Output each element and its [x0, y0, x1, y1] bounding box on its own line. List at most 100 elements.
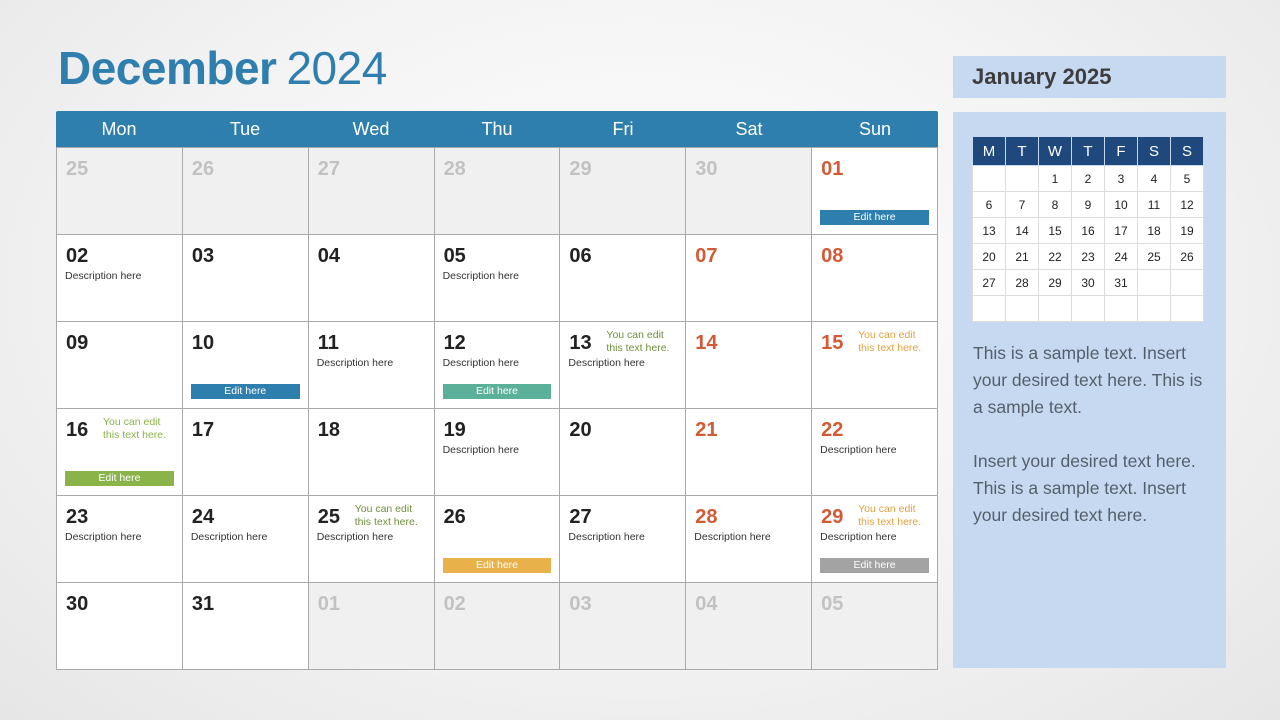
day-cell[interactable]: 17 — [182, 409, 309, 496]
day-number: 26 — [191, 158, 215, 180]
day-note: You can edit this text here. — [355, 503, 418, 529]
event-tag[interactable]: Edit here — [820, 210, 929, 225]
mini-calendar-header: MTWTFSS — [972, 136, 1204, 166]
mini-day[interactable]: 22 — [1038, 243, 1072, 270]
mini-day[interactable]: 31 — [1104, 269, 1138, 296]
mini-day[interactable]: 26 — [1170, 243, 1204, 270]
mini-day[interactable]: 6 — [972, 191, 1006, 218]
mini-day[interactable]: 28 — [1005, 269, 1039, 296]
mini-day[interactable]: 27 — [972, 269, 1006, 296]
day-note-line: You can edit — [858, 329, 916, 341]
day-cell[interactable]: 03 — [560, 583, 687, 670]
day-cell[interactable]: 18 — [308, 409, 435, 496]
day-cell[interactable]: 29 — [560, 148, 687, 235]
event-tag[interactable]: Edit here — [442, 384, 552, 399]
day-cell[interactable]: 02 Description here — [57, 235, 183, 322]
day-cell[interactable]: 04 — [308, 235, 435, 322]
mini-day[interactable]: 24 — [1104, 243, 1138, 270]
mini-day[interactable]: 18 — [1137, 217, 1171, 244]
event-tag[interactable]: Edit here — [190, 384, 300, 399]
day-cell[interactable]: 27 Description here — [560, 496, 687, 583]
event-tag[interactable]: Edit here — [442, 558, 552, 573]
event-tag[interactable]: Edit here — [65, 471, 174, 486]
mini-day[interactable]: 1 — [1038, 165, 1072, 192]
mini-day[interactable]: 15 — [1038, 217, 1072, 244]
sidebar-paragraph-1: This is a sample text. Insert your desir… — [973, 343, 1203, 417]
mini-day[interactable]: 25 — [1137, 243, 1171, 270]
day-cell[interactable]: 30 — [57, 583, 183, 670]
title-year: 2024 — [286, 42, 387, 94]
mini-day[interactable]: 19 — [1170, 217, 1204, 244]
day-cell[interactable]: 03 — [182, 235, 309, 322]
day-cell[interactable]: 05 — [812, 583, 938, 670]
mini-day[interactable]: 8 — [1038, 191, 1072, 218]
mini-day[interactable]: 20 — [972, 243, 1006, 270]
day-number: 29 — [821, 506, 844, 528]
day-cell[interactable]: 28 Description here — [686, 496, 813, 583]
mini-week-row: 20 21 22 23 24 25 26 — [972, 243, 1204, 270]
mini-day[interactable]: 16 — [1071, 217, 1105, 244]
mini-week-row — [972, 295, 1204, 322]
event-tag[interactable]: Edit here — [820, 558, 929, 573]
sidebar-paragraph-2: Insert your desired text here. This is a… — [973, 451, 1196, 525]
mini-day[interactable]: 7 — [1005, 191, 1039, 218]
mini-day[interactable]: 9 — [1071, 191, 1105, 218]
mini-day[interactable]: 3 — [1104, 165, 1138, 192]
mini-day[interactable]: 10 — [1104, 191, 1138, 218]
day-cell[interactable]: 11 Description here — [308, 322, 435, 409]
day-cell[interactable]: 07 — [686, 235, 813, 322]
day-cell[interactable]: 01 — [308, 583, 435, 670]
day-cell[interactable]: 26 Edit here — [434, 496, 561, 583]
day-cell[interactable]: 14 — [686, 322, 813, 409]
day-cell[interactable]: 05 Description here — [434, 235, 561, 322]
day-cell[interactable]: 25 Description here You can edit this text … — [308, 496, 435, 583]
day-cell[interactable]: 30 — [686, 148, 813, 235]
mini-day[interactable]: 14 — [1005, 217, 1039, 244]
day-cell[interactable]: 09 — [57, 322, 183, 409]
day-cell[interactable]: 26 — [182, 148, 309, 235]
day-number: 13 — [569, 332, 592, 354]
day-description: Description here — [442, 357, 520, 369]
mini-day[interactable]: 29 — [1038, 269, 1072, 296]
day-cell[interactable]: 06 — [560, 235, 687, 322]
day-cell[interactable]: 27 — [308, 148, 435, 235]
day-cell[interactable]: 19 Description here — [434, 409, 561, 496]
day-cell[interactable]: 13 Description here You can edit this text … — [560, 322, 687, 409]
day-description: Description here — [568, 357, 645, 369]
day-number: 28 — [443, 158, 466, 180]
day-cell[interactable]: 25 — [57, 148, 183, 235]
day-cell[interactable]: 23 Description here — [57, 496, 183, 583]
day-cell[interactable]: 15 You can edit this text here. — [812, 322, 938, 409]
day-number: 23 — [66, 506, 89, 528]
mini-day — [1170, 269, 1204, 296]
day-note: You can edit this text here. — [858, 503, 921, 529]
mini-day[interactable]: 11 — [1137, 191, 1171, 218]
day-cell[interactable]: 04 — [686, 583, 813, 670]
mini-day[interactable]: 23 — [1071, 243, 1105, 270]
mini-day[interactable]: 13 — [972, 217, 1006, 244]
mini-day[interactable]: 5 — [1170, 165, 1204, 192]
day-cell[interactable]: 29 Description here You can edit this text … — [812, 496, 938, 583]
day-cell[interactable]: 10 Edit here — [182, 322, 309, 409]
day-cell[interactable]: 12 Description here Edit here — [434, 322, 561, 409]
day-number: 20 — [569, 419, 592, 441]
day-cell[interactable]: 20 — [560, 409, 687, 496]
mini-weekday: F — [1104, 136, 1138, 166]
day-cell[interactable]: 21 — [686, 409, 813, 496]
day-cell[interactable]: 08 — [812, 235, 938, 322]
day-cell[interactable]: 16 You can edit this text here. Edit here — [57, 409, 183, 496]
mini-day[interactable]: 2 — [1071, 165, 1105, 192]
mini-day[interactable]: 17 — [1104, 217, 1138, 244]
day-cell[interactable]: 02 — [434, 583, 561, 670]
day-cell[interactable]: 01 Edit here — [812, 148, 938, 235]
mini-day[interactable]: 12 — [1170, 191, 1204, 218]
weekday-wed: Wed — [352, 119, 390, 139]
mini-day[interactable]: 21 — [1005, 243, 1039, 270]
day-cell[interactable]: 28 — [434, 148, 561, 235]
day-cell[interactable]: 31 — [182, 583, 309, 670]
day-note-line: this text here. — [858, 516, 922, 528]
day-cell[interactable]: 24 Description here — [182, 496, 309, 583]
mini-day[interactable]: 30 — [1071, 269, 1105, 296]
day-cell[interactable]: 22 Description here — [812, 409, 938, 496]
mini-day[interactable]: 4 — [1137, 165, 1171, 192]
